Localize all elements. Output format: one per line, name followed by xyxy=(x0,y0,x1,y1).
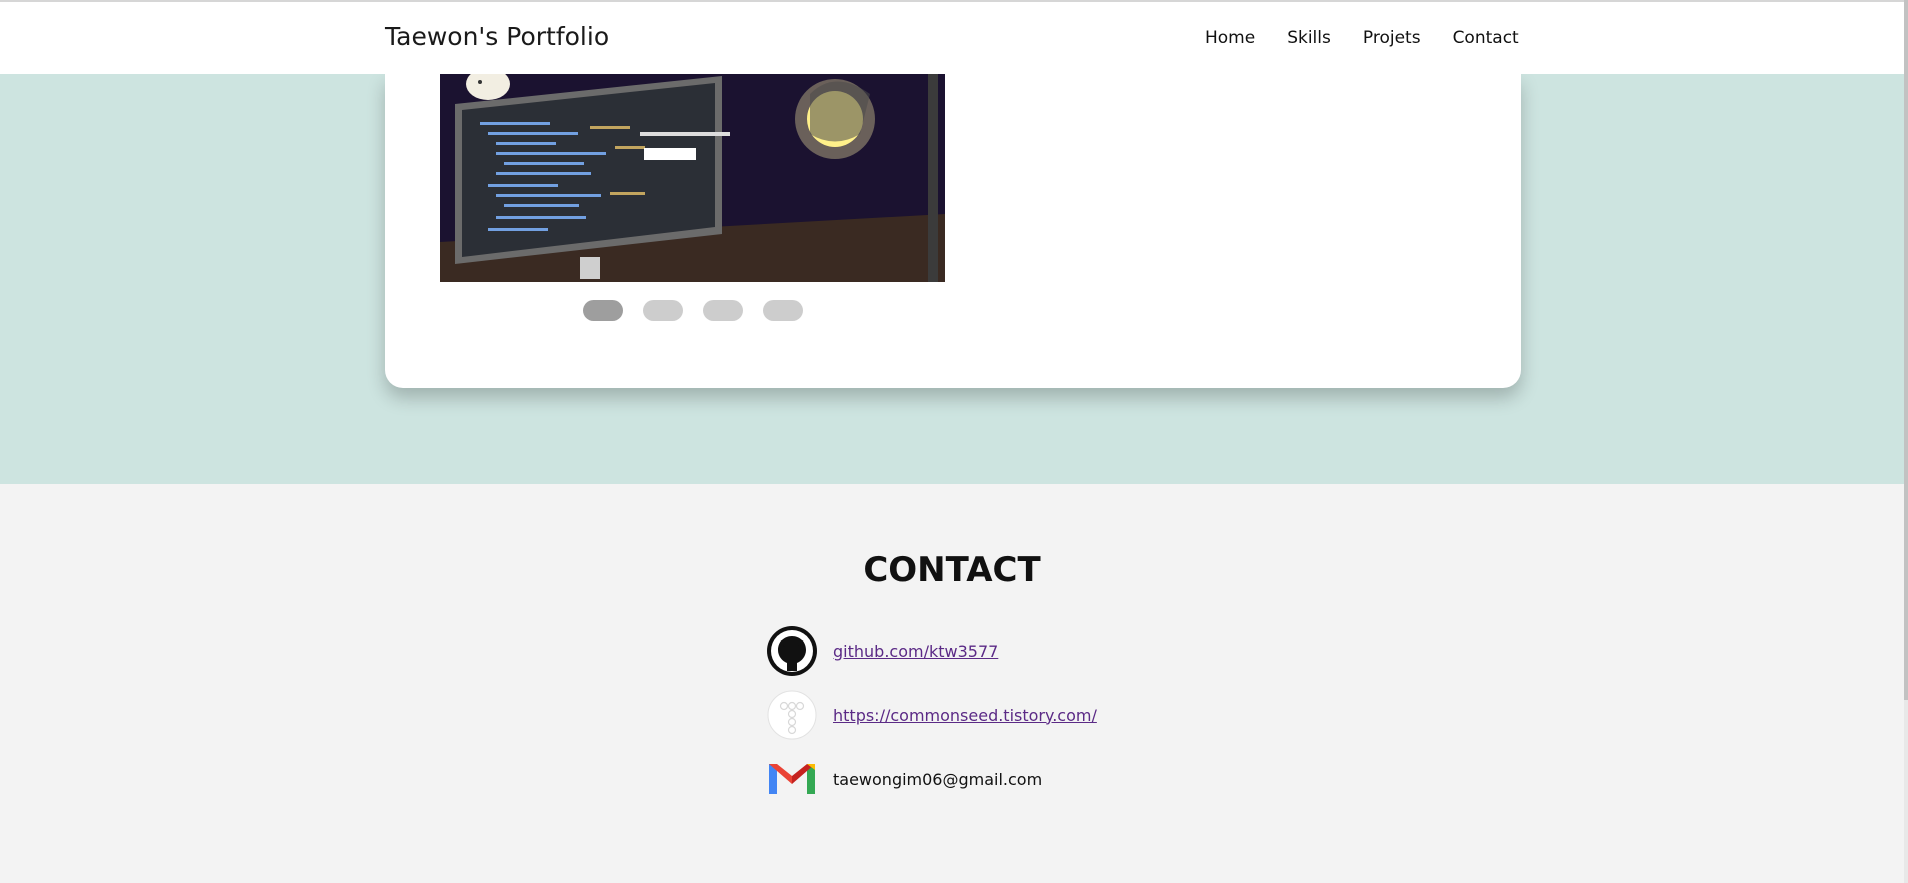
projects-section xyxy=(0,74,1904,484)
nav-skills-link[interactable]: Skills xyxy=(1287,28,1331,48)
github-icon xyxy=(767,626,817,676)
scrollbar-thumb[interactable] xyxy=(1904,0,1908,700)
contact-section: CONTACT github.com/ktw3577 https://commo… xyxy=(0,484,1904,883)
page-scrollbar[interactable] xyxy=(1904,0,1908,883)
contact-item-tistory: https://commonseed.tistory.com/ xyxy=(767,690,1097,740)
contact-item-email: taewongim06@gmail.com xyxy=(767,754,1042,804)
contact-item-github: github.com/ktw3577 xyxy=(767,626,998,676)
tistory-icon xyxy=(767,690,817,740)
project-card xyxy=(385,74,1521,388)
contact-title: CONTACT xyxy=(863,550,1041,590)
project-screenshot-illustration xyxy=(440,74,945,282)
carousel-dot-2[interactable] xyxy=(643,300,683,321)
github-link[interactable]: github.com/ktw3577 xyxy=(833,642,998,661)
carousel-dot-4[interactable] xyxy=(763,300,803,321)
nav-projects-link[interactable]: Projets xyxy=(1363,28,1421,48)
carousel-pagination xyxy=(583,300,823,321)
tistory-link[interactable]: https://commonseed.tistory.com/ xyxy=(833,706,1097,725)
nav-home-link[interactable]: Home xyxy=(1205,28,1255,48)
main-nav: Home Skills Projets Contact xyxy=(1205,28,1551,48)
site-header: Taewon's Portfolio Home Skills Projets C… xyxy=(0,2,1904,74)
brand-title[interactable]: Taewon's Portfolio xyxy=(385,22,609,51)
carousel-dot-3[interactable] xyxy=(703,300,743,321)
project-screenshot[interactable] xyxy=(440,74,945,282)
email-address: taewongim06@gmail.com xyxy=(833,769,1043,789)
gmail-icon xyxy=(769,764,815,794)
nav-contact-link[interactable]: Contact xyxy=(1453,28,1519,48)
carousel-dot-1[interactable] xyxy=(583,300,623,321)
